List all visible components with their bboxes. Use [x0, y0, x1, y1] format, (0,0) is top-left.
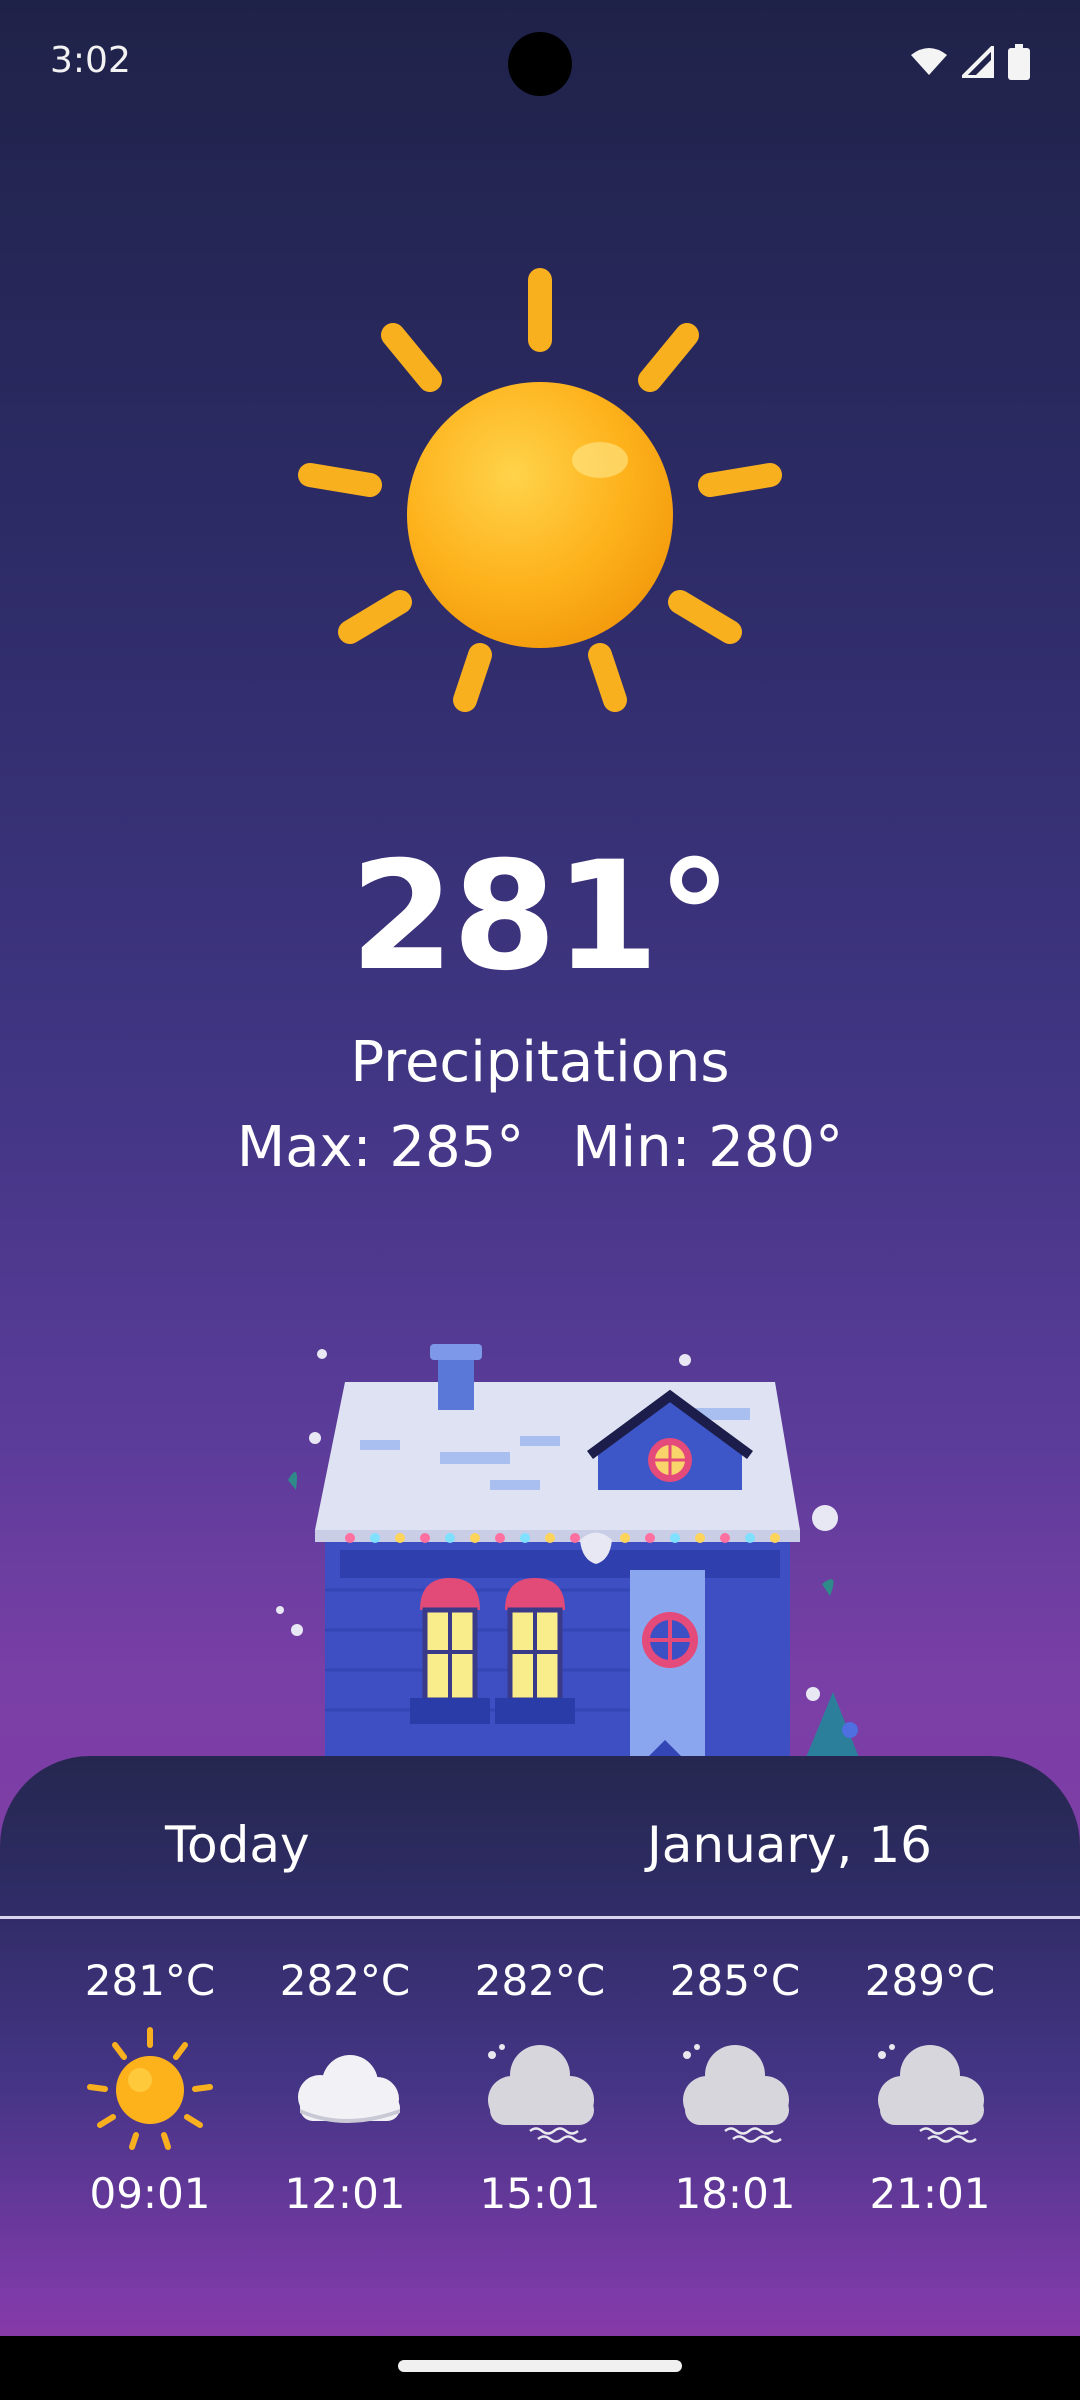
fog-cloud-icon	[488, 2044, 594, 2143]
forecast-panel: Today January, 16 281°C 09:01 282°C 12:0…	[0, 1756, 1080, 2336]
signal-icon	[962, 46, 994, 78]
hour-temperature: 285°C	[669, 1956, 801, 2005]
status-bar: 3:02	[0, 0, 1080, 130]
divider	[0, 1916, 1080, 1919]
wifi-icon	[911, 48, 947, 75]
snowy-house-illustration	[276, 1344, 860, 1760]
hour-item: 282°C 12:01	[245, 1956, 445, 2218]
sun-icon	[87, 2027, 213, 2150]
hour-temperature: 282°C	[474, 1956, 606, 2005]
navigation-bar	[0, 2336, 1080, 2400]
hour-time: 09:01	[89, 2169, 211, 2218]
day-label: Today	[165, 1816, 310, 1874]
battery-icon	[1008, 44, 1030, 80]
hour-time: 12:01	[284, 2169, 406, 2218]
hour-temperature: 281°C	[84, 1956, 216, 2005]
status-icons	[910, 44, 1030, 80]
hour-time: 15:01	[479, 2169, 601, 2218]
weather-screen: 3:02 281° Precipitations Max: 285° Min: …	[0, 0, 1080, 2336]
hour-item: 282°C 15:01	[440, 1956, 640, 2218]
current-temperature: 281°	[349, 830, 732, 1004]
hour-time: 21:01	[869, 2169, 991, 2218]
home-gesture-handle[interactable]	[398, 2360, 682, 2372]
camera-cutout	[508, 32, 572, 96]
hourly-forecast: 281°C 09:01 282°C 12:01 282°C 15:01 285°…	[0, 1956, 1080, 2256]
sun-icon	[298, 268, 782, 712]
max-temperature: Max: 285°	[236, 1115, 525, 1180]
weather-description: Precipitations	[350, 1030, 730, 1095]
status-time: 3:02	[50, 40, 131, 81]
hour-item: 281°C 09:01	[50, 1956, 250, 2218]
min-temperature: Min: 280°	[572, 1115, 844, 1180]
hour-time: 18:01	[674, 2169, 796, 2218]
hour-item: 289°C 21:01	[830, 1956, 1030, 2218]
hour-temperature: 289°C	[864, 1956, 996, 2005]
hour-item: 285°C 18:01	[635, 1956, 835, 2218]
date-label: January, 16	[647, 1816, 932, 1874]
max-min-temperature: Max: 285° Min: 280°	[0, 1115, 1080, 1180]
cloud-icon	[298, 2055, 400, 2123]
forecast-header: Today January, 16	[0, 1756, 1080, 1916]
fog-cloud-icon	[878, 2044, 984, 2143]
fog-cloud-icon	[683, 2044, 789, 2143]
hour-temperature: 282°C	[279, 1956, 411, 2005]
